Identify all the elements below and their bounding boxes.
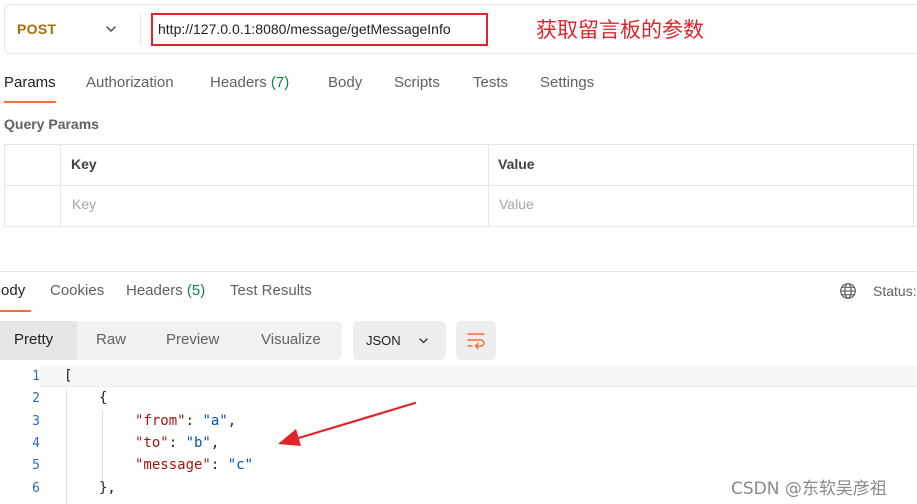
line-number: 2 [32,391,40,406]
code-token: { [99,390,108,406]
json-string: "b" [185,435,211,451]
param-value-input[interactable]: Value [499,196,534,212]
tab-headers[interactable]: Headers (7) [210,74,289,91]
table-divider [4,185,917,186]
view-preview-button[interactable]: Preview [166,331,219,348]
tab-tests[interactable]: Tests [473,74,508,91]
tab-test-results[interactable]: Test Results [230,282,312,299]
tab-response-headers[interactable]: Headers (5) [126,282,205,299]
code-line: { [99,390,107,406]
response-headers-count-badge: (5) [186,282,206,299]
tab-cookies[interactable]: Cookies [50,282,104,299]
annotation-arrow [278,401,417,446]
json-key: "to" [135,435,169,451]
headers-count-badge: (7) [270,74,290,91]
http-method-select[interactable]: POST [17,21,56,37]
view-raw-button[interactable]: Raw [96,331,126,348]
table-divider [913,144,914,227]
format-select-label: JSON [366,333,401,348]
param-key-input[interactable]: Key [72,196,96,212]
tab-response-body[interactable]: Body [0,282,25,299]
json-string: "c" [227,457,254,473]
indent-guide [66,390,67,504]
params-header-value: Value [498,156,535,172]
json-key: "from" [135,413,186,429]
line-number: 6 [32,481,40,496]
view-pretty-button[interactable]: Pretty [14,331,53,348]
url-input[interactable]: http://127.0.0.1:8080/message/getMessage… [158,21,451,37]
table-divider [488,144,489,227]
line-number: 1 [32,369,40,384]
active-tab-indicator [0,310,31,312]
query-params-title: Query Params [4,116,99,132]
view-visualize-button[interactable]: Visualize [261,331,321,348]
pane-divider[interactable] [0,271,917,272]
json-string: "a" [202,413,228,429]
tab-response-headers-label: Headers [126,282,183,299]
line-number: 4 [32,436,40,451]
line-number: 3 [32,414,40,429]
active-tab-indicator [4,101,56,103]
code-token: }, [99,480,116,496]
wrap-lines-icon [467,333,485,350]
tab-body[interactable]: Body [328,74,362,91]
table-divider [60,144,61,227]
tab-params[interactable]: Params [4,74,56,91]
divider [140,13,141,45]
params-header-key: Key [71,156,97,172]
tab-headers-label: Headers [210,74,267,91]
json-key: "message" [135,457,211,473]
code-token: [ [64,368,73,384]
annotation-text: 获取留言板的参数 [536,18,704,42]
chevron-down-icon[interactable] [104,22,118,36]
code-line: }, [99,480,116,496]
globe-icon[interactable] [839,282,857,300]
line-number: 5 [32,458,40,473]
code-line: "message": "c" [135,457,254,473]
current-line-highlight [40,366,917,387]
code-line: "to": "b", [135,435,220,451]
status-label: Status: [873,283,917,299]
tab-settings[interactable]: Settings [540,74,594,91]
code-line: "from": "a", [135,413,237,429]
indent-guide [102,410,103,480]
tab-authorization[interactable]: Authorization [86,74,174,91]
tab-scripts[interactable]: Scripts [394,74,440,91]
watermark: CSDN @东软吴彦祖 [731,479,887,499]
code-line: [ [64,368,72,384]
chevron-down-icon [419,338,428,344]
